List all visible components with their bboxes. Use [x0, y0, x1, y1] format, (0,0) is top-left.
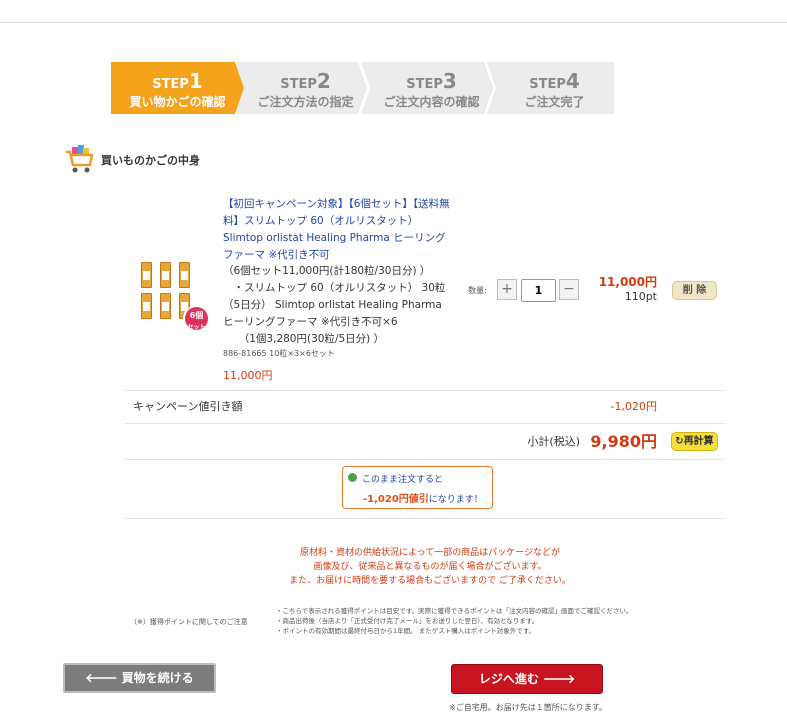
step-3: STEP3 ご注文内容の確認: [361, 62, 494, 114]
step-3-title: STEP3: [406, 69, 457, 93]
row-divider: [125, 518, 725, 519]
product-name-link[interactable]: 【初回キャンペーン対象】【6個セット】【送料無料】スリムトップ 60（オルリスタ…: [223, 196, 455, 264]
quantity-input[interactable]: 1: [521, 279, 556, 302]
quantity-plus-button[interactable]: +: [497, 279, 517, 300]
info-dot-icon: [348, 473, 357, 482]
arrow-right-icon: 🡒: [538, 672, 576, 686]
savings-line1: このまま注文すると: [362, 475, 444, 485]
product-unit-price: 11,000円: [223, 369, 273, 382]
checkout-button[interactable]: レジへ進む 🡒: [451, 664, 603, 694]
set-badge: 6個 セット: [183, 305, 210, 332]
step-1-label: 買い物かごの確認: [129, 95, 226, 109]
step-4-title: STEP4: [529, 69, 580, 93]
continue-shopping-button[interactable]: 🡐 買物を続ける: [63, 663, 216, 693]
header-divider: [0, 22, 787, 23]
delete-button[interactable]: 削 除: [672, 281, 717, 300]
subtotal-value: 9,980円: [590, 432, 657, 451]
delivery-note: ※ご自宅用。お届け先は１箇所になります。: [449, 703, 607, 712]
quantity-label: 数量:: [468, 286, 487, 295]
package-notice: 原材料・資材の供給状況によって一部の商品はパッケージなどが 画像及び、従来品と異…: [289, 548, 571, 586]
row-divider: [125, 390, 725, 391]
points-note-text: ・こちらで表示される獲得ポイントは目安です。実際に獲得できるポイントは「注文内容…: [276, 607, 633, 635]
campaign-discount-label: キャンペーン値引き額: [133, 400, 243, 413]
arrow-left-icon: 🡐: [85, 671, 122, 685]
step-4-label: ご注文完了: [524, 95, 585, 109]
shopping-cart-icon: [66, 145, 94, 173]
step-2-title: STEP2: [280, 69, 331, 93]
step-1-title: STEP1: [152, 69, 203, 93]
recalculate-button[interactable]: ↻再計算: [671, 432, 718, 451]
refresh-icon: ↻: [675, 436, 684, 447]
row-divider: [125, 459, 725, 460]
step-2-label: ご注文方法の指定: [257, 95, 354, 109]
campaign-discount-value: -1,020円: [610, 400, 657, 413]
savings-line2: -1,020円値引になります！: [363, 494, 483, 505]
line-points: 110pt: [624, 290, 657, 303]
step-4: STEP4 ご注文完了: [487, 62, 614, 114]
savings-box: このまま注文すると -1,020円値引になります！: [342, 466, 493, 509]
checkout-steps: STEP1 買い物かごの確認 STEP2 ご注文方法の指定 STEP3 ご注文内…: [111, 62, 614, 114]
step-3-label: ご注文内容の確認: [383, 95, 480, 109]
line-total-price: 11,000円: [598, 275, 657, 289]
quantity-minus-button[interactable]: −: [559, 279, 579, 300]
row-divider: [125, 423, 725, 424]
product-description: （6個セット11,000円(計180粒/30日分) ） ・スリムトップ 60（オ…: [223, 265, 446, 345]
subtotal-label: 小計(税込): [527, 435, 580, 448]
cart-title: 買いものかごの中身: [101, 154, 200, 167]
points-note-label: （※）獲得ポイントに関してのご注意: [130, 618, 248, 626]
step-2: STEP2 ご注文方法の指定: [235, 62, 368, 114]
product-code: 886-81665 10粒×3×6セット: [223, 349, 335, 358]
step-1: STEP1 買い物かごの確認: [111, 62, 244, 114]
